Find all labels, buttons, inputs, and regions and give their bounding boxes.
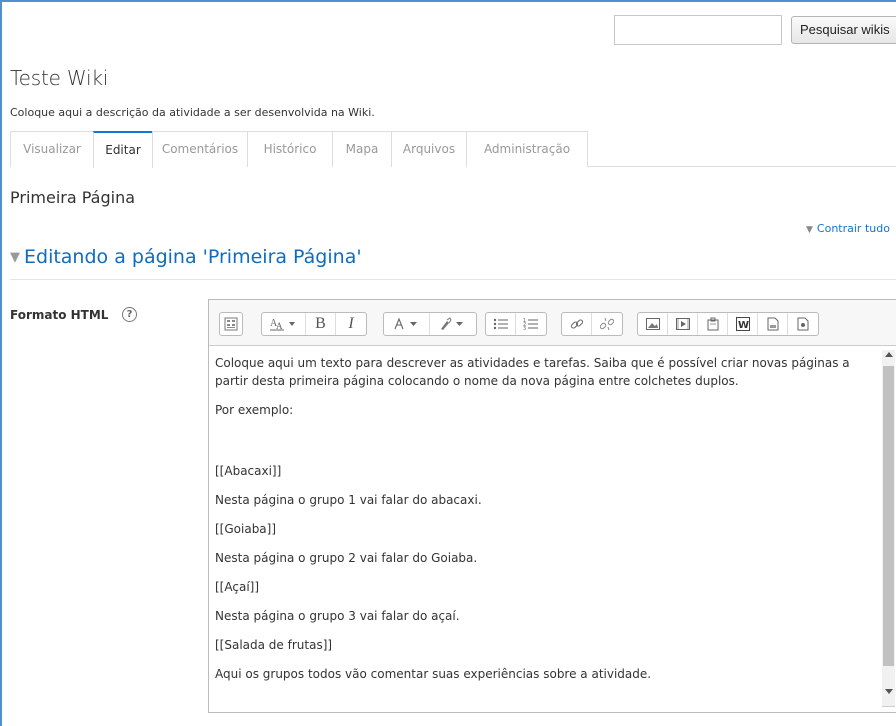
- unlink-icon[interactable]: [592, 313, 622, 335]
- editor-blank-line: [215, 430, 896, 462]
- unordered-list-icon[interactable]: [486, 313, 516, 335]
- font-color-icon[interactable]: [384, 313, 430, 335]
- toolbar-group-links: [561, 312, 623, 336]
- toolbar-group-lists: 123: [485, 312, 547, 336]
- bold-icon[interactable]: B: [306, 313, 336, 335]
- editor-paragraph: [[Goiaba]]: [215, 522, 277, 536]
- tab-arquivos[interactable]: Arquivos: [391, 131, 467, 167]
- tab-administracao[interactable]: Administração: [466, 131, 588, 167]
- editor-content[interactable]: Coloque aqui um texto para descrever as …: [209, 346, 896, 712]
- wiki-description: Coloque aqui a descrição da atividade a …: [10, 106, 375, 119]
- section-heading-label: Editando a página 'Primeira Página': [24, 246, 362, 268]
- editor-paragraph: Nesta página o grupo 2 vai falar do Goia…: [215, 551, 478, 565]
- tab-mapa[interactable]: Mapa: [332, 131, 392, 167]
- word-import-icon[interactable]: W: [728, 313, 758, 335]
- help-icon[interactable]: ?: [122, 307, 137, 322]
- editor-paragraph: Nesta página o grupo 3 vai falar do açaí…: [215, 609, 460, 623]
- wiki-title: Teste Wiki: [10, 66, 109, 90]
- search-input[interactable]: [614, 15, 782, 45]
- collapse-all-label: Contrair tudo: [816, 222, 890, 235]
- ordered-list-icon[interactable]: 123: [516, 313, 546, 335]
- media-icon[interactable]: [668, 313, 698, 335]
- editor-paragraph: [[Açaí]]: [215, 580, 260, 594]
- editor-paragraph: Nesta página o grupo 1 vai falar do abac…: [215, 493, 482, 507]
- resize-grip-icon[interactable]: [882, 706, 895, 712]
- search-wikis-button[interactable]: Pesquisar wikis: [791, 16, 896, 44]
- editor-paragraph: [[Abacaxi]]: [215, 464, 282, 478]
- toolbar-group-style: AA B I: [261, 312, 367, 336]
- svg-text:W: W: [738, 320, 749, 331]
- section-collapse-icon: ▼: [10, 250, 20, 265]
- image-icon[interactable]: [638, 313, 668, 335]
- editor-toolbar: AA B I 1 2 3 W: [209, 300, 896, 346]
- html-editor[interactable]: AA B I 1 2 3 W Coloque aqui um texto par…: [208, 299, 896, 713]
- editor-scrollbar[interactable]: [882, 350, 895, 706]
- field-label: Formato HTML: [10, 308, 109, 322]
- page-title: Primeira Página: [10, 188, 136, 207]
- record-icon[interactable]: [788, 313, 818, 335]
- scroll-thumb[interactable]: [883, 366, 894, 666]
- scroll-down-icon[interactable]: [885, 689, 893, 694]
- page-frame: Pesquisar wikis Teste Wiki Coloque aqui …: [0, 0, 896, 726]
- section-heading[interactable]: ▼ Editando a página 'Primeira Página': [10, 246, 362, 268]
- scroll-up-icon[interactable]: [885, 352, 893, 357]
- collapse-triangle-icon: ▼: [806, 225, 813, 235]
- tab-comentarios[interactable]: Comentários: [152, 131, 248, 167]
- collapse-all-link[interactable]: ▼ Contrair tudo: [806, 222, 890, 235]
- svg-text:3: 3: [523, 326, 526, 331]
- italic-icon[interactable]: I: [336, 313, 366, 335]
- toolbar-group-more: [219, 312, 243, 336]
- show-more-icon[interactable]: [220, 313, 242, 335]
- tab-bar: Visualizar Editar Comentários Histórico …: [10, 131, 896, 168]
- tab-editar[interactable]: Editar: [93, 131, 153, 168]
- editor-paragraph: Por exemplo:: [215, 403, 294, 417]
- toolbar-group-color: [383, 312, 477, 336]
- link-icon[interactable]: [562, 313, 592, 335]
- background-color-icon[interactable]: [430, 313, 476, 335]
- toolbar-group-insert: W: [637, 312, 819, 336]
- section-divider: [10, 279, 896, 280]
- tab-historico[interactable]: Histórico: [247, 131, 333, 167]
- editor-paragraph: [[Salada de frutas]]: [215, 638, 333, 652]
- font-style-icon[interactable]: AA: [262, 313, 306, 335]
- h5p-icon[interactable]: [758, 313, 788, 335]
- editor-paragraph: Aqui os grupos todos vão comentar suas e…: [215, 667, 652, 681]
- manage-files-icon[interactable]: [698, 313, 728, 335]
- editor-paragraph: Coloque aqui um texto para descrever as …: [215, 356, 850, 388]
- tab-visualizar[interactable]: Visualizar: [10, 131, 94, 167]
